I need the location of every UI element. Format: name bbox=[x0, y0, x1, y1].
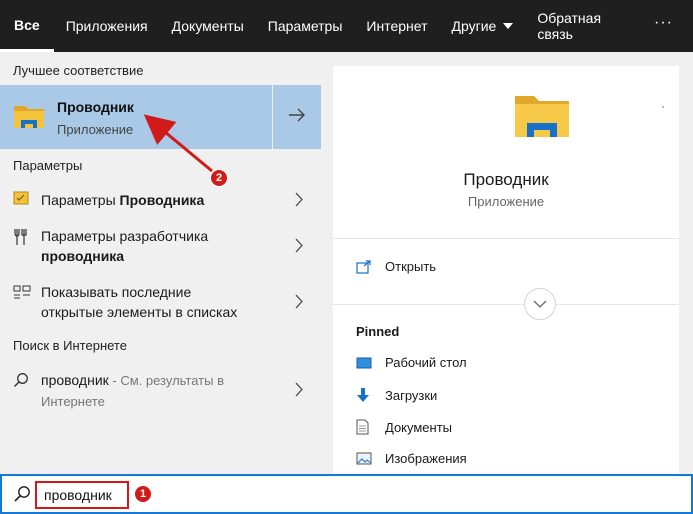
annotation-arrow bbox=[143, 114, 213, 173]
annotation-marker-1: 1 bbox=[134, 485, 152, 503]
annotation-marker-2: 2 bbox=[210, 169, 228, 187]
